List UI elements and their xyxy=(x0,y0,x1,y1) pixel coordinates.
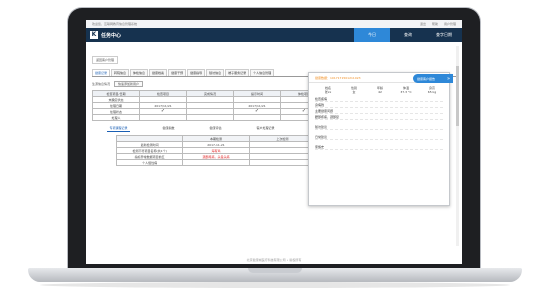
table-cell: 张xx xyxy=(324,90,332,94)
help-link[interactable]: 帮助 xyxy=(432,22,438,26)
logout-link[interactable]: 退出 xyxy=(420,22,426,26)
table-cell: 女 xyxy=(352,90,356,94)
table-cell: 37.3 °C xyxy=(400,90,412,94)
panel-title: 健康数据：1017171501211023 xyxy=(315,75,361,80)
tab-personal-info[interactable]: 个人信息管理 xyxy=(250,69,275,76)
checkmark-icon: ✓ xyxy=(160,108,166,114)
list-item[interactable]: 日常建议 xyxy=(315,134,443,140)
list-item[interactable]: 随访建议 xyxy=(315,124,443,130)
row-label: 处理人 xyxy=(92,114,140,121)
laptop-notch xyxy=(248,268,302,273)
subtabs: 专项课程记录 健康指数 健康评估 客户处理记录 xyxy=(92,125,292,132)
patient-summary-table: 姓名 性别 年龄 体温 身高 张xx 女 42 37.3 °C 65 kg xyxy=(315,86,445,94)
nav-today[interactable]: 今日 xyxy=(354,28,390,42)
subtab-handling-record[interactable]: 客户处理记录 xyxy=(254,125,276,132)
main-nav: 今日 查询 查字日期 xyxy=(354,28,462,42)
app-screen: 欢迎您，互联网教育信息管理系统 退出 帮助 用户管理 K 任务中心 今日 查询 … xyxy=(86,20,462,264)
list-item[interactable]: 腰部疼痛，颈部复 xyxy=(315,114,443,120)
table-row: 张xx 女 42 37.3 °C 65 kg xyxy=(315,90,445,94)
app-title: 任务中心 xyxy=(101,32,122,39)
panel-list: 检查疾病 身病残 主要健康问题 腰部疼痛，颈部复 随访建议 日常建议 家族史 xyxy=(315,96,443,150)
welcome-text: 欢迎您，互联网教育信息管理系统 xyxy=(92,22,138,26)
add-user-button[interactable]: 快速添加新用户 xyxy=(114,81,144,87)
nav-query[interactable]: 查询 xyxy=(390,28,426,42)
topbar-links: 退出 帮助 用户管理 xyxy=(415,22,456,26)
tab-archive[interactable]: 健康档案 xyxy=(149,69,168,76)
app-header: K 任务中心 今日 查询 查字日期 xyxy=(86,28,462,42)
user-admin-link[interactable]: 用户管理 xyxy=(444,22,456,26)
health-report-label: 健康客户报告 xyxy=(417,76,436,81)
subtab-assessment[interactable]: 健康评估 xyxy=(207,125,223,132)
table-cell xyxy=(186,114,234,121)
table-row: 个人慢性病 xyxy=(115,159,317,166)
laptop-shadow xyxy=(40,282,510,288)
tab-intervention[interactable]: 健康干预 xyxy=(168,69,187,76)
table-cell xyxy=(139,114,187,121)
list-item[interactable]: 家族史 xyxy=(315,144,443,150)
tab-health-record[interactable]: 健康记录 xyxy=(92,69,111,76)
page-footer: 北京健康城医疗科技有限公司 • 版权所有 xyxy=(246,258,302,262)
scrollbar-thumb[interactable] xyxy=(456,66,459,126)
logo: K 任务中心 xyxy=(86,31,236,39)
table-cell: 42 xyxy=(378,90,382,94)
tab-service-record[interactable]: 端子服务记录 xyxy=(225,69,250,76)
nav-date[interactable]: 查字日期 xyxy=(426,28,462,42)
system-topbar: 欢迎您，互联网教育信息管理系统 退出 帮助 用户管理 xyxy=(86,20,462,28)
tab-guidance[interactable]: 健康指导 xyxy=(187,69,206,76)
table-cell: 65 kg xyxy=(427,90,437,94)
comparison-table: 本期检测 上次检测 最新检测时间 2017-11-21 检测不符项目名称(共1个… xyxy=(115,135,317,166)
laptop-mockup: 欢迎您，互联网教育信息管理系统 退出 帮助 用户管理 K 任务中心 今日 查询 … xyxy=(0,0,550,300)
row-label: 个人慢性病 xyxy=(115,159,184,166)
logo-icon: K xyxy=(90,31,98,39)
health-report-button[interactable]: 健康客户报告 » xyxy=(413,74,453,83)
filter-label: 生源信息情况 xyxy=(92,82,111,86)
breadcrumb[interactable]: 返回客户管理 xyxy=(92,56,119,64)
table-cell xyxy=(182,159,250,166)
table-cell xyxy=(248,159,317,166)
checkmark-icon: ✓ xyxy=(254,108,260,114)
subtab-health-index[interactable]: 健康指数 xyxy=(160,125,176,132)
tab-transfer[interactable]: 转院信息 xyxy=(111,69,130,76)
tab-followup[interactable]: 随访信息 xyxy=(206,69,225,76)
checkmark-icon: ✓ xyxy=(301,108,307,114)
table-cell xyxy=(233,114,281,121)
tab-exam[interactable]: 体检信息 xyxy=(130,69,149,76)
health-data-panel: 健康数据：1017171501211023 健康客户报告 » 姓名 性别 年龄 … xyxy=(308,72,453,206)
double-chevron-right-icon: » xyxy=(446,75,450,82)
subtab-course-record[interactable]: 专项课程记录 xyxy=(107,125,130,132)
